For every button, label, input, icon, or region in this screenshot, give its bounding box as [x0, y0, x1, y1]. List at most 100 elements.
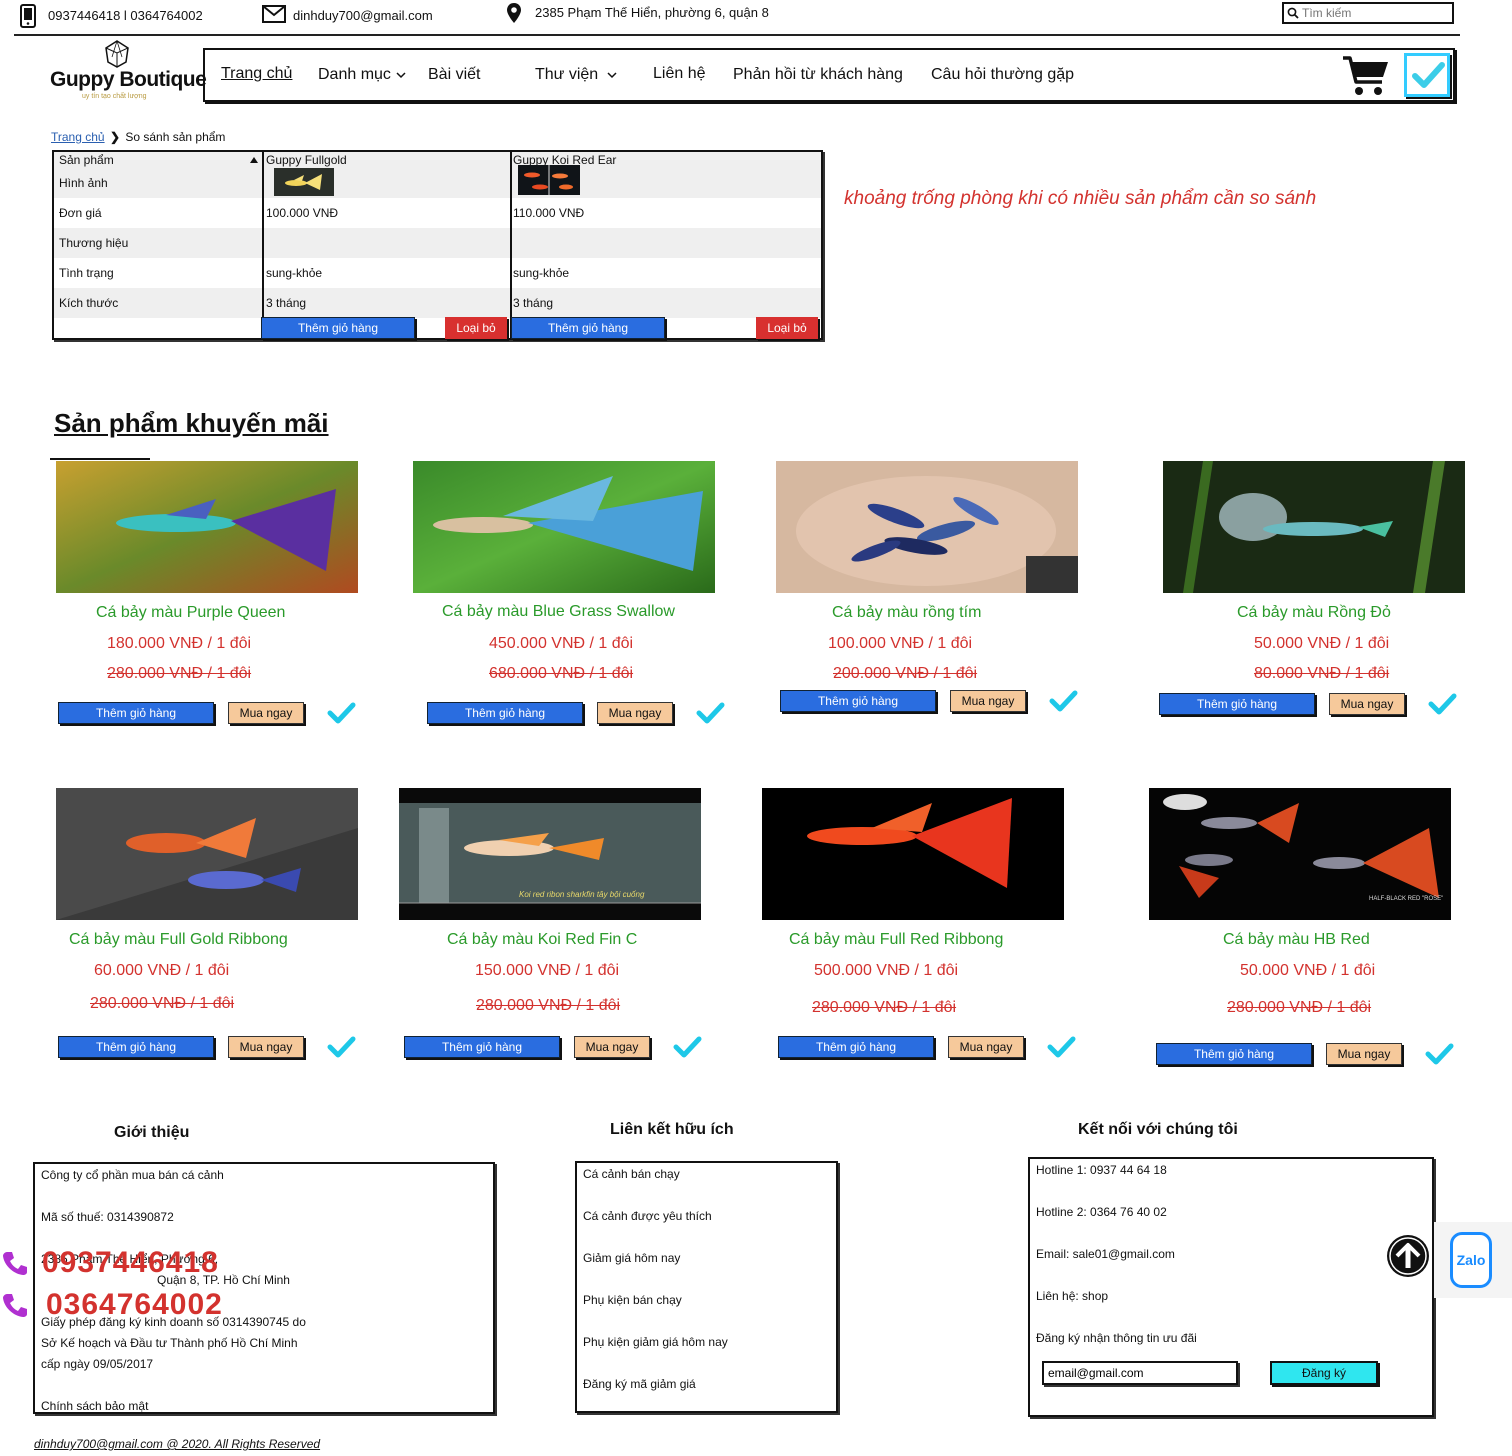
- compare-price-1: 100.000 VNĐ: [266, 206, 339, 220]
- footer-about-line: cấp ngày 09/05/2017: [41, 1357, 154, 1371]
- add-to-cart-button[interactable]: Thêm giỏ hàng: [58, 1036, 214, 1058]
- footer-connect-line: Hotline 1: 0937 44 64 18: [1036, 1163, 1167, 1177]
- chevron-down-icon: [607, 72, 617, 79]
- breadcrumb-home[interactable]: Trang chủ: [51, 130, 105, 144]
- search-box[interactable]: [1282, 2, 1454, 24]
- product-image-full-red-ribbong[interactable]: [762, 788, 1064, 920]
- product-name[interactable]: Cá bảy màu rồng tím: [832, 604, 981, 622]
- product-image-purple-queen[interactable]: [56, 461, 358, 593]
- product-name[interactable]: Cá bảy màu Full Red Ribbong: [789, 931, 1003, 949]
- subscribe-button[interactable]: Đăng ký: [1270, 1361, 1378, 1385]
- product-image-koi-red-fin[interactable]: Koi red ribon sharkfin tây bội cuống: [399, 788, 701, 920]
- buy-now-button[interactable]: Mua ngay: [1329, 693, 1405, 715]
- nav-library[interactable]: Thư viện: [535, 66, 617, 84]
- compare-add-cart-button-2[interactable]: Thêm giỏ hàng: [511, 317, 665, 339]
- nav-home[interactable]: Trang chủ: [221, 65, 292, 83]
- scroll-top-icon[interactable]: [1386, 1234, 1430, 1278]
- compare-remove-button-1[interactable]: Loại bỏ: [445, 317, 507, 339]
- phone-call-icon[interactable]: [2, 1250, 28, 1276]
- add-to-cart-button[interactable]: Thêm giỏ hàng: [1159, 693, 1315, 715]
- compare-check-icon[interactable]: [1427, 692, 1457, 716]
- nav-categories[interactable]: Danh mục: [318, 66, 406, 84]
- compare-check-icon[interactable]: [672, 1035, 702, 1059]
- product-thumb-fullgold[interactable]: [274, 168, 334, 196]
- product-price: 50.000 VNĐ / 1 đôi: [1254, 635, 1390, 652]
- breadcrumb: Trang chủ ❯ So sánh sản phẩm: [51, 130, 225, 144]
- product-name[interactable]: Cá bảy màu HB Red: [1223, 931, 1370, 949]
- product-old-price: 200.000 VNĐ / 1 đôi: [833, 665, 978, 682]
- buy-now-button[interactable]: Mua ngay: [228, 1036, 304, 1058]
- compare-divider: [262, 152, 264, 338]
- product-name[interactable]: Cá bảy màu Rồng Đỏ: [1237, 604, 1391, 622]
- compare-check-icon[interactable]: [1048, 689, 1078, 713]
- footer-link[interactable]: Cá cảnh bán chạy: [583, 1167, 680, 1181]
- footer-connect-line: Đăng ký nhận thông tin ưu đãi: [1036, 1331, 1197, 1345]
- product-image-rong-do[interactable]: [1163, 461, 1465, 593]
- footer-connect-line: Hotline 2: 0364 76 40 02: [1036, 1205, 1167, 1219]
- compare-placeholder-note: khoảng trống phòng khi có nhiều sản phẩm…: [844, 188, 1317, 209]
- footer-privacy-link[interactable]: Chính sách bảo mật: [41, 1399, 148, 1413]
- compare-check-icon[interactable]: [1424, 1042, 1454, 1066]
- cart-icon[interactable]: [1342, 55, 1390, 97]
- buy-now-button[interactable]: Mua ngay: [950, 690, 1026, 712]
- add-to-cart-button[interactable]: Thêm giỏ hàng: [58, 702, 214, 724]
- compare-row-status: Tình trạng sung-khỏe sung-khỏe: [54, 258, 821, 288]
- compare-check-icon[interactable]: [695, 701, 725, 725]
- top-address: 2385 Phạm Thế Hiển, phường 6, quận 8: [535, 5, 769, 20]
- nav-faq[interactable]: Câu hỏi thường gặp: [931, 66, 1074, 84]
- product-old-price: 280.000 VNĐ / 1 đôi: [476, 997, 621, 1014]
- check-icon: [1412, 62, 1445, 88]
- footer-link[interactable]: Phụ kiện giảm giá hôm nay: [583, 1335, 728, 1349]
- zalo-widget[interactable]: Zalo: [1434, 1222, 1512, 1298]
- nav-feedback[interactable]: Phản hồi từ khách hàng: [733, 66, 903, 84]
- add-to-cart-button[interactable]: Thêm giỏ hàng: [780, 690, 936, 712]
- product-image-blue-grass-swallow[interactable]: [413, 461, 715, 593]
- promo-title-underline: [50, 458, 150, 460]
- product-name[interactable]: Cá bảy màu Full Gold Ribbong: [69, 931, 288, 949]
- add-to-cart-button[interactable]: Thêm giỏ hàng: [1156, 1043, 1312, 1065]
- search-icon[interactable]: [1287, 7, 1299, 19]
- footer-link[interactable]: Phụ kiện bán chạy: [583, 1293, 682, 1307]
- nav-contact[interactable]: Liên hệ: [653, 65, 706, 83]
- compare-row-label: Thương hiệu: [59, 236, 129, 250]
- footer-connect-title: Kết nối với chúng tôi: [1078, 1121, 1238, 1138]
- footer-about-line: Mã số thuế: 0314390872: [41, 1210, 174, 1224]
- search-input[interactable]: [1302, 6, 1442, 20]
- footer-link[interactable]: Cá cảnh được yêu thích: [583, 1209, 712, 1223]
- logo[interactable]: Guppy Boutique uy tín tạo chất lượng: [46, 38, 207, 104]
- compare-row-label: Đơn giá: [59, 206, 102, 220]
- product-name[interactable]: Cá bảy màu Koi Red Fin C: [447, 931, 637, 949]
- buy-now-button[interactable]: Mua ngay: [1326, 1043, 1402, 1065]
- top-email[interactable]: dinhduy700@gmail.com: [293, 8, 433, 23]
- newsletter-email-input[interactable]: [1042, 1361, 1238, 1385]
- sort-up-icon[interactable]: [249, 156, 259, 164]
- breadcrumb-chevron-icon: ❯: [109, 130, 120, 144]
- product-image-hb-red[interactable]: HALF-BLACK RED "ROSE": [1149, 788, 1451, 920]
- buy-now-button[interactable]: Mua ngay: [574, 1036, 650, 1058]
- product-image-rong-tim[interactable]: [776, 461, 1078, 593]
- compare-check-icon[interactable]: [1046, 1035, 1076, 1059]
- footer-link[interactable]: Giảm giá hôm nay: [583, 1251, 680, 1265]
- product-name[interactable]: Cá bảy màu Purple Queen: [96, 604, 285, 622]
- compare-toggle[interactable]: [1404, 53, 1450, 97]
- mail-icon: [262, 5, 286, 23]
- product-price: 60.000 VNĐ / 1 đôi: [94, 962, 230, 979]
- phone-call-icon[interactable]: [2, 1292, 28, 1318]
- product-thumb-koi[interactable]: [518, 165, 580, 195]
- buy-now-button[interactable]: Mua ngay: [948, 1036, 1024, 1058]
- product-image-full-gold-ribbong[interactable]: [56, 788, 358, 920]
- compare-check-icon[interactable]: [326, 1035, 356, 1059]
- floating-hotline-2[interactable]: 0364764002: [46, 1288, 223, 1322]
- add-to-cart-button[interactable]: Thêm giỏ hàng: [778, 1036, 934, 1058]
- buy-now-button[interactable]: Mua ngay: [597, 702, 673, 724]
- floating-hotline-1[interactable]: 0937446418: [42, 1246, 219, 1280]
- add-to-cart-button[interactable]: Thêm giỏ hàng: [404, 1036, 560, 1058]
- footer-link[interactable]: Đăng ký mã giảm giá: [583, 1377, 696, 1391]
- compare-check-icon[interactable]: [326, 701, 356, 725]
- nav-posts[interactable]: Bài viết: [428, 66, 480, 84]
- buy-now-button[interactable]: Mua ngay: [228, 702, 304, 724]
- compare-add-cart-button-1[interactable]: Thêm giỏ hàng: [261, 317, 415, 339]
- compare-remove-button-2[interactable]: Loại bỏ: [756, 317, 818, 339]
- product-name[interactable]: Cá bảy màu Blue Grass Swallow: [442, 603, 675, 621]
- add-to-cart-button[interactable]: Thêm giỏ hàng: [427, 702, 583, 724]
